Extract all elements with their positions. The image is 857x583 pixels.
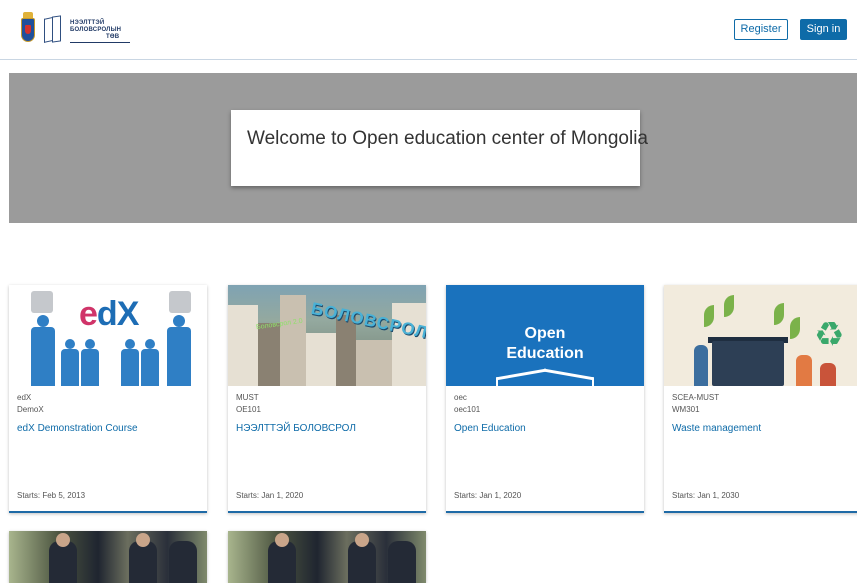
edx-logo: edX bbox=[79, 295, 139, 333]
emblem-icon bbox=[20, 12, 36, 48]
site-header: НЭЭЛТТЭЙ БОЛОВСРОЛЫН ТӨВ Register Sign i… bbox=[0, 0, 857, 60]
signin-button[interactable]: Sign in bbox=[800, 19, 847, 40]
recycle-icon: ♻ bbox=[814, 316, 845, 354]
course-image: Боловсрол 2.0 БОЛОВСРОЛ bbox=[228, 285, 426, 386]
course-code: oec101 bbox=[454, 405, 481, 414]
image-text-education: Education bbox=[506, 345, 584, 362]
logo-line-3: ТӨВ bbox=[106, 33, 120, 40]
hero-title-box: Welcome to Open education center of Mong… bbox=[231, 110, 648, 186]
course-start-date: Starts: Jan 1, 2020 bbox=[236, 491, 304, 500]
course-title[interactable]: НЭЭЛТТЭЙ БОЛОВСРОЛ bbox=[236, 423, 356, 434]
course-image: edX bbox=[9, 285, 207, 386]
trash-bin-icon bbox=[712, 341, 784, 386]
open-book-icon bbox=[496, 368, 546, 386]
course-card-open-education[interactable]: Open Education oec oec101 Open Education… bbox=[446, 285, 644, 513]
course-start-date: Starts: Jan 1, 2020 bbox=[454, 491, 522, 500]
course-title[interactable]: Waste management bbox=[672, 423, 761, 434]
course-title[interactable]: Open Education bbox=[454, 423, 526, 434]
course-card-waste-management[interactable]: ♻ SCEA-MUST WM301 Waste management Start… bbox=[664, 285, 857, 513]
course-start-date: Starts: Feb 5, 2013 bbox=[17, 491, 86, 500]
course-org: MUST bbox=[236, 393, 259, 402]
image-text-open: Open bbox=[524, 325, 566, 342]
course-org: edX bbox=[17, 393, 32, 402]
hero-title: Welcome to Open education center of Mong… bbox=[247, 128, 648, 149]
course-org: SCEA-MUST bbox=[672, 393, 720, 402]
course-card-partial-1[interactable] bbox=[9, 531, 207, 583]
site-logo[interactable]: НЭЭЛТТЭЙ БОЛОВСРОЛЫН ТӨВ bbox=[20, 12, 130, 48]
course-start-date: Starts: Jan 1, 2030 bbox=[672, 491, 740, 500]
course-card-partial-2[interactable] bbox=[228, 531, 426, 583]
course-code: OE101 bbox=[236, 405, 261, 414]
course-image: ♻ bbox=[664, 285, 857, 386]
hero-banner: Welcome to Open education center of Mong… bbox=[9, 73, 857, 223]
course-card-must[interactable]: Боловсрол 2.0 БОЛОВСРОЛ MUST OE101 НЭЭЛТ… bbox=[228, 285, 426, 513]
course-code: DemoX bbox=[17, 405, 44, 414]
course-card-edx-demo[interactable]: edX edX DemoX edX Demonstration Course S… bbox=[9, 285, 207, 513]
logo-line-1: НЭЭЛТТЭЙ bbox=[70, 19, 105, 26]
course-org: oec bbox=[454, 393, 467, 402]
course-code: WM301 bbox=[672, 405, 700, 414]
course-title[interactable]: edX Demonstration Course bbox=[17, 423, 138, 434]
logo-line-2: БОЛОВСРОЛЫН bbox=[70, 26, 122, 33]
course-image: Open Education bbox=[446, 285, 644, 386]
logo-text: НЭЭЛТТЭЙ БОЛОВСРОЛЫН ТӨВ bbox=[70, 18, 130, 43]
register-button[interactable]: Register bbox=[734, 19, 788, 40]
book-icon bbox=[42, 14, 64, 46]
